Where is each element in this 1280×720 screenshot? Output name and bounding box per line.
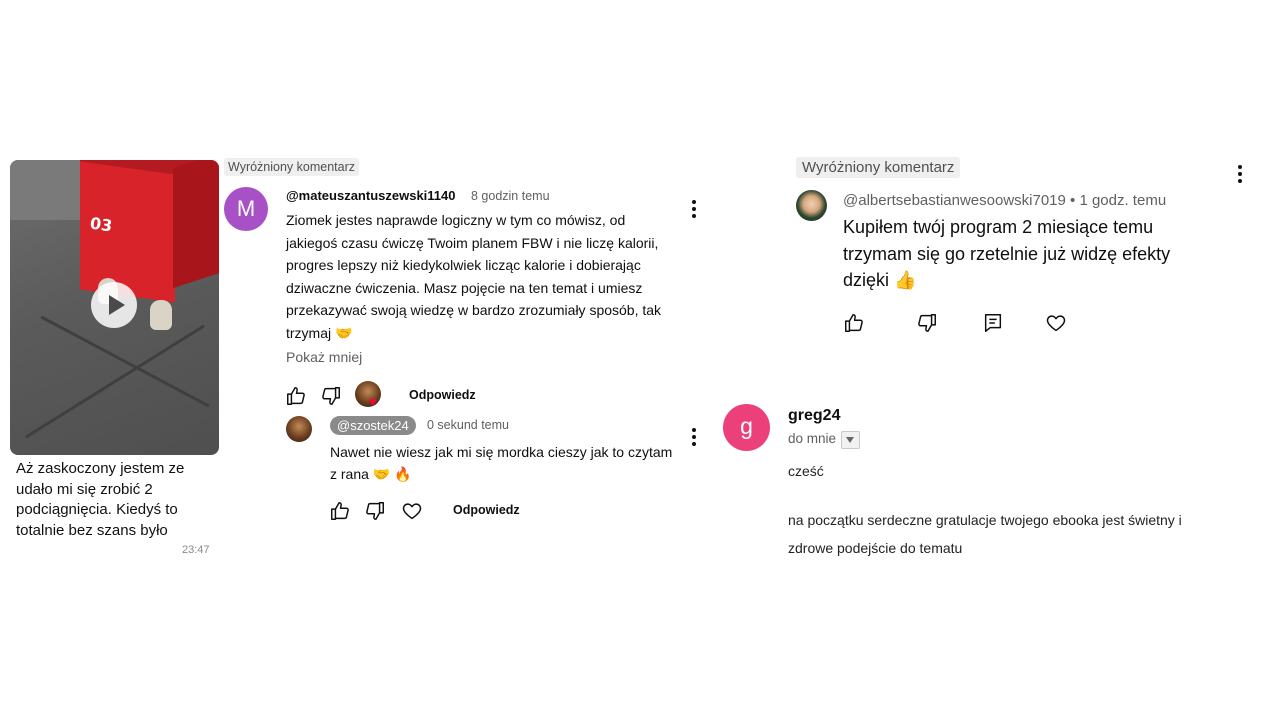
comment-meta[interactable]: @albertsebastianwesoowski7019 • 1 godz. …: [843, 192, 1166, 209]
comment-time[interactable]: 8 godzin temu: [471, 189, 550, 203]
email-sender[interactable]: greg24: [788, 407, 840, 425]
plyo-box-side: [173, 160, 219, 289]
heart-icon[interactable]: [401, 500, 423, 522]
reply-button[interactable]: Odpowiedz: [453, 503, 520, 517]
comment-body: Ziomek jestes naprawde logiczny w tym co…: [286, 212, 662, 341]
heart-icon[interactable]: [1045, 312, 1067, 334]
show-less-button[interactable]: Pokaż mniej: [286, 349, 362, 365]
comment-body: Kupiłem twój program 2 miesiące temu trz…: [843, 217, 1171, 290]
plyo-box-label: 03: [88, 213, 114, 236]
thumbs-up-icon[interactable]: [329, 500, 351, 522]
chat-message-time: 23:47: [182, 544, 210, 556]
reply-author[interactable]: @szostek24: [330, 416, 416, 435]
play-icon[interactable]: [91, 282, 137, 328]
chevron-down-icon[interactable]: [841, 431, 860, 449]
more-options-icon[interactable]: [1238, 165, 1242, 183]
pinned-comment-badge: Wyróżniony komentarz: [796, 157, 961, 178]
creator-heart-icon: ♥: [369, 394, 377, 409]
email-body: na początku serdeczne gratulacje twojego…: [788, 512, 1182, 556]
thumbs-down-icon[interactable]: [916, 312, 938, 334]
floor-seam: [25, 324, 205, 439]
thumbs-up-icon[interactable]: [843, 312, 865, 334]
more-options-icon[interactable]: [692, 428, 696, 446]
avatar[interactable]: [796, 190, 827, 221]
reply-comment-icon[interactable]: [982, 312, 1004, 334]
creator-avatar: [355, 381, 381, 407]
video-thumbnail[interactable]: 03: [10, 160, 219, 455]
thumbs-down-icon[interactable]: [320, 385, 342, 407]
pinned-comment-badge: Wyróżniony komentarz: [224, 158, 360, 176]
avatar[interactable]: [286, 416, 312, 442]
email-recipient: do mnie: [788, 431, 837, 446]
shoe: [150, 300, 172, 330]
reply-time[interactable]: 0 sekund temu: [427, 418, 509, 432]
floor-seam: [40, 315, 210, 408]
email-greeting: cześć: [788, 463, 824, 479]
thumbs-down-icon[interactable]: [364, 500, 386, 522]
chat-message-text: Aż zaskoczony jestem ze udało mi się zro…: [16, 460, 185, 539]
avatar[interactable]: g: [723, 404, 770, 451]
reply-body: Nawet nie wiesz jak mi się mordka cieszy…: [330, 444, 673, 482]
avatar[interactable]: M: [224, 187, 268, 231]
comment-author[interactable]: @mateuszantuszewski1140: [286, 188, 455, 203]
thumbs-up-icon[interactable]: [285, 385, 307, 407]
more-options-icon[interactable]: [692, 200, 696, 218]
reply-button[interactable]: Odpowiedz: [409, 388, 476, 402]
